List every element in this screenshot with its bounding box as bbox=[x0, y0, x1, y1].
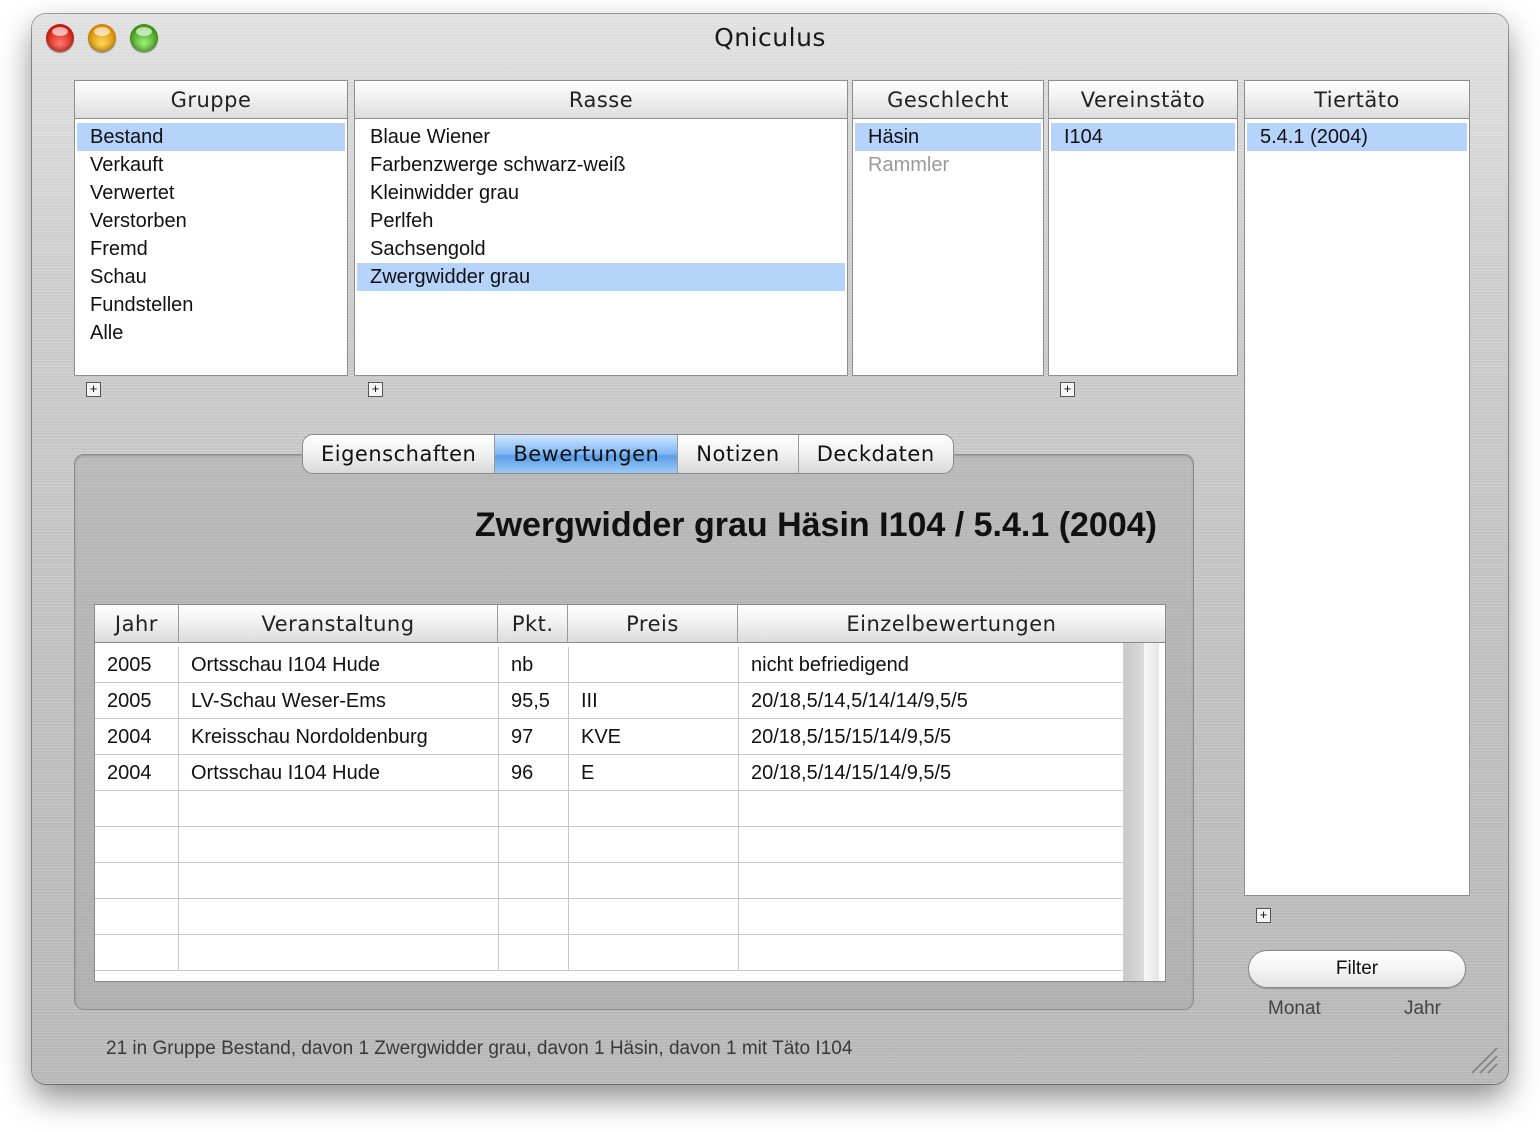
list-item-zwergwidder-grau[interactable]: Zwergwidder grau bbox=[357, 263, 845, 291]
resize-grip-icon[interactable] bbox=[1468, 1044, 1498, 1074]
geschlecht-list: Häsin Rammler bbox=[853, 119, 1043, 179]
list-item-kleinwidder-grau[interactable]: Kleinwidder grau bbox=[357, 179, 845, 207]
table-row-empty bbox=[95, 863, 1125, 899]
cell-veranstaltung: LV-Schau Weser-Ems bbox=[179, 683, 499, 719]
list-item-farbenzwerge[interactable]: Farbenzwerge schwarz-weiß bbox=[357, 151, 845, 179]
list-item-verkauft[interactable]: Verkauft bbox=[77, 151, 345, 179]
cell-veranstaltung: Kreisschau Nordoldenburg bbox=[179, 719, 499, 755]
cell-einzelbewertungen: 20/18,5/14/15/14/9,5/5 bbox=[751, 762, 952, 784]
detail-title: Zwergwidder grau Häsin I104 / 5.4.1 (200… bbox=[474, 506, 1157, 544]
gruppe-column: Gruppe Bestand Verkauft Verwertet Versto… bbox=[74, 80, 348, 376]
cell-preis: E bbox=[569, 755, 739, 791]
geschlecht-column: Geschlecht Häsin Rammler bbox=[852, 80, 1044, 376]
app-window: Qniculus Gruppe Bestand Verkauft Verwert… bbox=[32, 14, 1508, 1084]
list-item-i104[interactable]: I104 bbox=[1051, 123, 1235, 151]
list-item-alle[interactable]: Alle bbox=[77, 319, 345, 347]
tab-deckdaten[interactable]: Deckdaten bbox=[799, 435, 953, 473]
filter-button[interactable]: Filter bbox=[1248, 950, 1466, 988]
list-item-perlfeh[interactable]: Perlfeh bbox=[357, 207, 845, 235]
column-header-einzelbewertungen[interactable]: Einzelbewertungen bbox=[738, 605, 1165, 643]
cell-veranstaltung: Ortsschau I104 Hude bbox=[179, 647, 499, 683]
table-header: Jahr Veranstaltung Pkt. Preis Einzelbewe… bbox=[95, 605, 1165, 643]
table-row[interactable]: 2004 Ortsschau I104 Hude 96 E 20/18,5/14… bbox=[95, 755, 1125, 791]
cell-pkt: 97 bbox=[499, 719, 569, 755]
cell-veranstaltung: Ortsschau I104 Hude bbox=[179, 755, 499, 791]
list-item-hasin[interactable]: Häsin bbox=[855, 123, 1041, 151]
list-item-verstorben[interactable]: Verstorben bbox=[77, 207, 345, 235]
table-row[interactable]: 2005 Ortsschau I104 Hude nb nicht befrie… bbox=[95, 647, 1125, 683]
cell-pkt: 95,5 bbox=[499, 683, 569, 719]
cell-pkt: nb bbox=[499, 647, 569, 683]
jahr-label: Jahr bbox=[1404, 998, 1441, 1019]
monat-label: Monat bbox=[1268, 998, 1321, 1019]
status-bar-text: 21 in Gruppe Bestand, davon 1 Zwergwidde… bbox=[106, 1038, 853, 1059]
list-item-sachsengold[interactable]: Sachsengold bbox=[357, 235, 845, 263]
cell-pkt: 96 bbox=[499, 755, 569, 791]
table-scrollbar[interactable] bbox=[1123, 643, 1159, 981]
column-header-jahr[interactable]: Jahr bbox=[95, 605, 179, 643]
geschlecht-header[interactable]: Geschlecht bbox=[853, 81, 1043, 119]
tab-bar: Eigenschaften Bewertungen Notizen Deckda… bbox=[302, 434, 954, 474]
vereinstato-column: Vereinstäto I104 bbox=[1048, 80, 1238, 376]
tab-bewertungen[interactable]: Bewertungen bbox=[495, 435, 679, 473]
cell-preis: III bbox=[569, 683, 739, 719]
column-header-veranstaltung[interactable]: Veranstaltung bbox=[179, 605, 499, 643]
cell-einzelbewertungen: nicht befriedigend bbox=[751, 654, 909, 676]
cell-einzelbewertungen: 20/18,5/15/15/14/9,5/5 bbox=[751, 726, 952, 748]
window-title: Qniculus bbox=[714, 23, 826, 52]
list-item-bestand[interactable]: Bestand bbox=[77, 123, 345, 151]
cell-preis: KVE bbox=[569, 719, 739, 755]
table-body: 2005 Ortsschau I104 Hude nb nicht befrie… bbox=[95, 643, 1125, 971]
tiertato-list: 5.4.1 (2004) bbox=[1245, 119, 1469, 151]
list-item-blaue-wiener[interactable]: Blaue Wiener bbox=[357, 123, 845, 151]
add-rasse-button[interactable]: + bbox=[368, 382, 383, 397]
gruppe-list: Bestand Verkauft Verwertet Verstorben Fr… bbox=[75, 119, 347, 347]
column-header-pkt[interactable]: Pkt. bbox=[498, 605, 569, 643]
add-vereinstato-button[interactable]: + bbox=[1060, 382, 1075, 397]
list-item-fremd[interactable]: Fremd bbox=[77, 235, 345, 263]
add-gruppe-button[interactable]: + bbox=[86, 382, 101, 397]
list-item-rammler[interactable]: Rammler bbox=[855, 151, 1041, 179]
list-item-fundstellen[interactable]: Fundstellen bbox=[77, 291, 345, 319]
add-tiertato-button[interactable]: + bbox=[1256, 908, 1271, 923]
table-row-empty bbox=[95, 791, 1125, 827]
cell-jahr: 2005 bbox=[95, 647, 179, 683]
table-row[interactable]: 2005 LV-Schau Weser-Ems 95,5 III 20/18,5… bbox=[95, 683, 1125, 719]
bewertungen-table: Jahr Veranstaltung Pkt. Preis Einzelbewe… bbox=[94, 604, 1166, 982]
cell-jahr: 2004 bbox=[95, 719, 179, 755]
tiertato-column: Tiertäto 5.4.1 (2004) bbox=[1244, 80, 1470, 896]
tiertato-header[interactable]: Tiertäto bbox=[1245, 81, 1469, 119]
tab-notizen[interactable]: Notizen bbox=[678, 435, 799, 473]
list-item-schau[interactable]: Schau bbox=[77, 263, 345, 291]
table-row[interactable]: 2004 Kreisschau Nordoldenburg 97 KVE 20/… bbox=[95, 719, 1125, 755]
cell-preis bbox=[569, 647, 739, 683]
cell-jahr: 2005 bbox=[95, 683, 179, 719]
rasse-column: Rasse Blaue Wiener Farbenzwerge schwarz-… bbox=[354, 80, 848, 376]
cell-einzelbewertungen: 20/18,5/14,5/14/14/9,5/5 bbox=[751, 690, 968, 712]
title-bar[interactable]: Qniculus bbox=[32, 14, 1508, 62]
cell-jahr: 2004 bbox=[95, 755, 179, 791]
column-header-preis[interactable]: Preis bbox=[568, 605, 738, 643]
rasse-list: Blaue Wiener Farbenzwerge schwarz-weiß K… bbox=[355, 119, 847, 291]
list-item-verwertet[interactable]: Verwertet bbox=[77, 179, 345, 207]
tab-eigenschaften[interactable]: Eigenschaften bbox=[303, 435, 496, 473]
vereinstato-header[interactable]: Vereinstäto bbox=[1049, 81, 1237, 119]
table-row-empty bbox=[95, 827, 1125, 863]
table-row-empty bbox=[95, 935, 1125, 971]
gruppe-header[interactable]: Gruppe bbox=[75, 81, 347, 119]
table-row-empty bbox=[95, 899, 1125, 935]
vereinstato-list: I104 bbox=[1049, 119, 1237, 151]
rasse-header[interactable]: Rasse bbox=[355, 81, 847, 119]
list-item-tiertato[interactable]: 5.4.1 (2004) bbox=[1247, 123, 1467, 151]
